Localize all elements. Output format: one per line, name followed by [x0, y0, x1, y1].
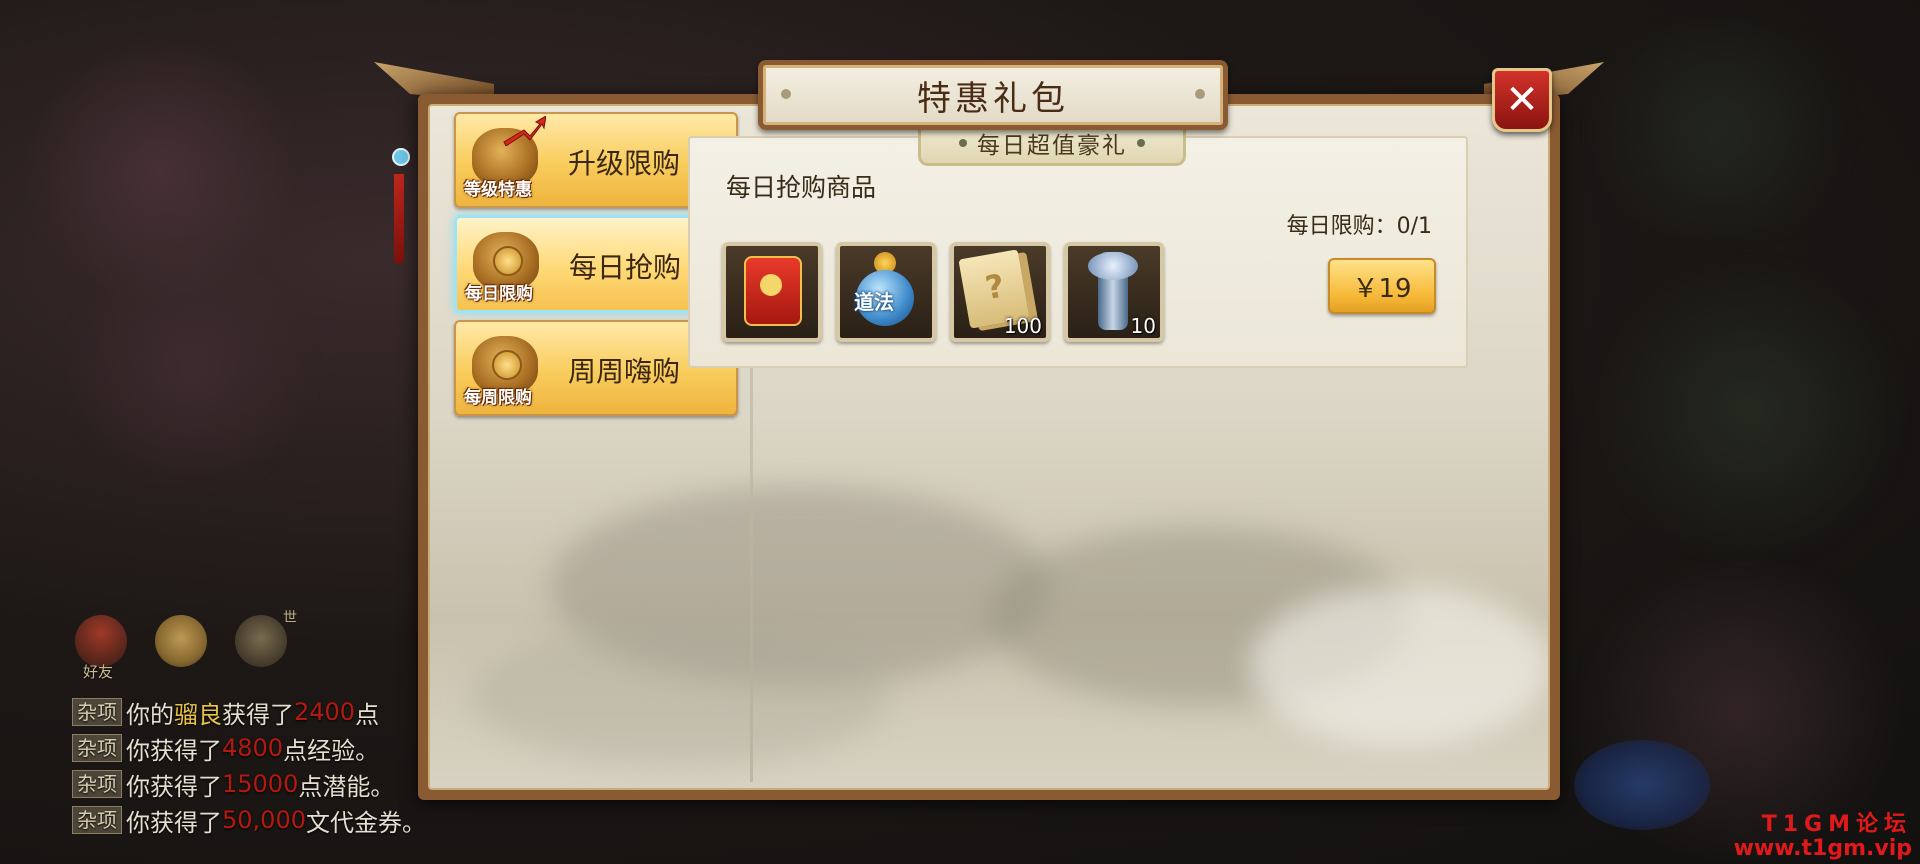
reward-item-gourd[interactable]: 道法: [836, 242, 936, 342]
card-tag-text: 每日超值豪礼: [977, 133, 1127, 159]
chat-value: 15000: [222, 770, 299, 798]
close-icon: ✕: [1505, 77, 1539, 123]
chat-text: 你获得了: [126, 772, 222, 801]
chat-text: 点: [355, 700, 380, 729]
tab-icon-label: 等级特惠: [464, 180, 532, 200]
money-bag-icon: 每日限购: [463, 224, 549, 304]
tab-label: 周周嗨购: [568, 355, 681, 388]
chat-text: 你获得了: [126, 736, 222, 765]
chat-text: 你获得了: [126, 808, 222, 837]
item-count: 100: [1003, 314, 1042, 338]
chat-line: 杂项 你获得了 50,000 文代金券。: [72, 802, 512, 838]
background-foliage: [1560, 20, 1880, 240]
panel-body: 等级特惠 升级限购 每日限购 每日抢购 每周限购 周周嗨购 每日超值豪礼 每日抢…: [428, 104, 1550, 790]
reward-items: 道法 100 10: [722, 242, 1164, 342]
tab-icon-label: 每周限购: [464, 388, 532, 408]
background-blossom: [60, 240, 320, 500]
gourd-label: 道法: [854, 290, 894, 314]
chat-value: 2400: [294, 698, 356, 726]
tag-dot: [1137, 139, 1145, 147]
minimap-disc[interactable]: [1574, 740, 1710, 830]
jade-pendant-ornament: [390, 108, 410, 268]
pendant-bead: [392, 148, 410, 166]
chat-value: 50,000: [222, 806, 306, 834]
chat-text: 获得了: [222, 700, 294, 729]
tag-dot: [959, 139, 967, 147]
coin-shape: [492, 350, 522, 380]
purchase-limit: 每日限购：0/1: [1286, 214, 1432, 239]
ink-mist: [1250, 586, 1548, 746]
chat-pet-name: 骝良: [174, 700, 222, 729]
friend-icon[interactable]: 好友: [75, 615, 127, 681]
close-button[interactable]: ✕: [1492, 68, 1552, 132]
gift-pack-panel: 等级特惠 升级限购 每日限购 每日抢购 每周限购 周周嗨购 每日超值豪礼 每日抢…: [374, 60, 1604, 800]
reward-item-card-pack[interactable]: 100: [950, 242, 1050, 342]
page-title: 特惠礼包: [917, 78, 1069, 119]
world-channel-label: 世: [283, 610, 297, 626]
item-count: 10: [1130, 314, 1156, 338]
money-bag-arrow-icon: 等级特惠: [462, 116, 548, 200]
panel-frame: 等级特惠 升级限购 每日限购 每日抢购 每周限购 周周嗨购 每日超值豪礼 每日抢…: [418, 94, 1560, 800]
watermark-url: www.t1gm.vip: [1733, 836, 1912, 861]
chat-text: 点经验。: [283, 736, 380, 765]
tab-label: 每日抢购: [569, 251, 682, 284]
chat-text: 文代金券。: [305, 808, 426, 837]
buy-button[interactable]: ￥19: [1328, 258, 1436, 314]
plaque-ornament: [781, 89, 791, 99]
chat-bubble-icon[interactable]: [155, 615, 207, 667]
chat-tag: 杂项: [72, 770, 122, 798]
watermark-title: T1GM论坛: [1761, 812, 1912, 837]
card-title: 每日抢购商品: [726, 173, 877, 202]
red-arrow-icon: [503, 116, 546, 146]
staff-icon: [1088, 252, 1138, 330]
friend-label: 好友: [83, 663, 114, 681]
chat-text: 你的: [126, 700, 174, 729]
coin-shape: [493, 246, 523, 276]
chat-tag: 杂项: [72, 734, 122, 762]
reward-item-red-envelope[interactable]: [722, 242, 822, 342]
microphone-icon[interactable]: 世: [235, 610, 297, 667]
chat-tag: 杂项: [72, 698, 122, 726]
chat-text: 点潜能。: [298, 772, 395, 801]
title-plaque: 特惠礼包: [758, 60, 1228, 130]
hud-icon-bar: 好友 世: [75, 610, 297, 681]
red-envelope-icon: [744, 256, 802, 326]
plaque-ornament: [1195, 89, 1205, 99]
tab-label: 升级限购: [568, 147, 681, 180]
daily-offer-card: 每日超值豪礼 每日抢购商品 每日限购：0/1 道法 ? 100 10 ￥19: [688, 120, 1468, 368]
tab-icon-label: 每日限购: [465, 284, 533, 304]
chat-value: 4800: [222, 734, 284, 762]
ink-mist: [470, 626, 890, 766]
background-foliage: [1580, 260, 1920, 560]
reward-item-staff[interactable]: 10: [1064, 242, 1164, 342]
price-label: ￥19: [1352, 273, 1412, 304]
money-bag-icon: 每周限购: [462, 328, 548, 408]
chat-tag: 杂项: [72, 806, 122, 834]
pendant-tassel: [394, 174, 404, 264]
